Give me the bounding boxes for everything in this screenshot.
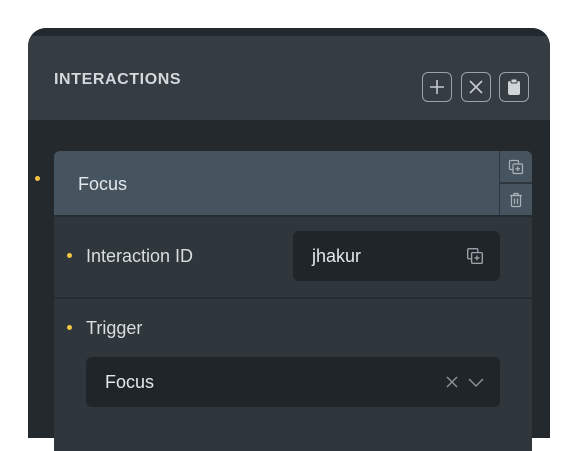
interaction-id-label: Interaction ID — [86, 246, 194, 266]
trash-icon — [510, 192, 522, 207]
clipboard-icon — [508, 78, 520, 95]
card-divider — [54, 215, 532, 217]
clear-icon[interactable] — [445, 375, 459, 389]
trigger-field-dot — [67, 325, 72, 330]
trigger-label: Trigger — [86, 318, 143, 338]
close-icon — [469, 80, 483, 94]
panel-title: INTERACTIONS — [54, 71, 182, 88]
interaction-name: Focus — [78, 174, 128, 194]
duplicate-interaction-button[interactable] — [500, 151, 532, 182]
id-field-dot — [67, 253, 72, 258]
interaction-header[interactable]: Focus — [54, 151, 499, 215]
copy-icon[interactable] — [466, 247, 484, 265]
row-divider — [54, 297, 532, 299]
duplicate-icon — [508, 159, 524, 174]
close-panel-button[interactable] — [461, 72, 491, 102]
interaction-card: Focus Interaction ID jhakur Trigger Focu… — [54, 151, 532, 451]
add-interaction-button[interactable] — [422, 72, 452, 102]
interaction-id-value: jhakur — [312, 246, 362, 266]
delete-interaction-button[interactable] — [500, 184, 532, 215]
plus-icon — [430, 80, 444, 94]
chevron-down-icon[interactable] — [468, 377, 484, 389]
panel-header: INTERACTIONS — [28, 36, 550, 120]
interaction-id-field[interactable]: jhakur — [293, 231, 500, 281]
trigger-select[interactable]: Focus — [86, 357, 500, 407]
interaction-active-dot — [35, 176, 40, 181]
paste-interactions-button[interactable] — [499, 72, 529, 102]
trigger-selected-value: Focus — [105, 372, 155, 392]
panel-top-edge — [28, 28, 550, 36]
